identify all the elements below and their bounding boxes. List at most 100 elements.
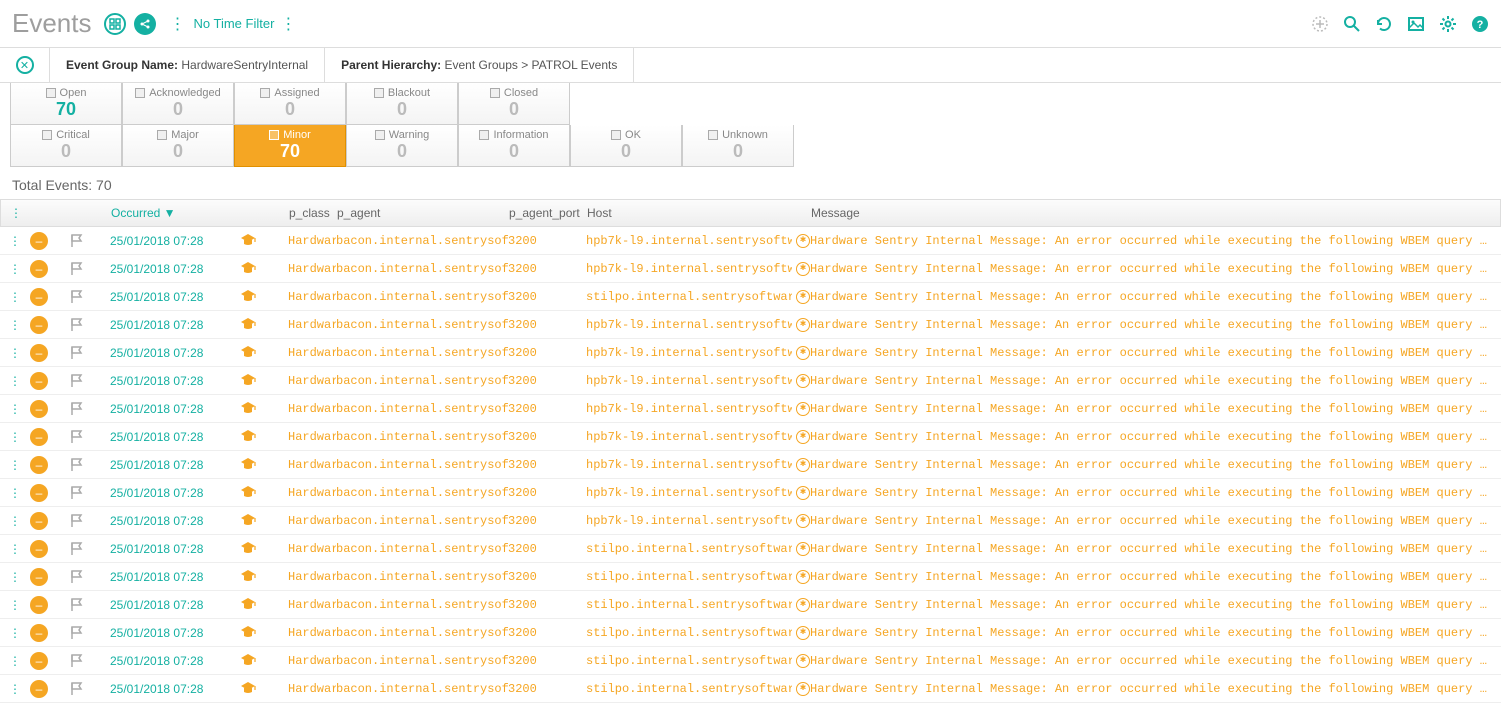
column-host[interactable]: Host: [587, 206, 811, 220]
severity-card-major[interactable]: Major0: [122, 125, 234, 167]
severity-card-unknown[interactable]: Unknown0: [682, 125, 794, 167]
row-menu-icon[interactable]: ⋮: [0, 570, 30, 584]
time-filter-label[interactable]: No Time Filter: [194, 16, 275, 31]
table-row[interactable]: ⋮–25/01/2018 07:28Hardwarbacon.internal.…: [0, 367, 1501, 395]
table-row[interactable]: ⋮–25/01/2018 07:28Hardwarbacon.internal.…: [0, 479, 1501, 507]
row-menu-icon[interactable]: ⋮: [0, 374, 30, 388]
cell-pclass: Hardwar: [288, 318, 336, 332]
refresh-icon[interactable]: [1375, 15, 1393, 33]
cell-pclass: Hardwar: [288, 486, 336, 500]
column-pclass[interactable]: p_class: [289, 206, 337, 220]
row-menu-icon[interactable]: ⋮: [0, 542, 30, 556]
share-icon[interactable]: [134, 13, 156, 35]
cell-pagent: bacon.internal.sentrysoftware: [336, 318, 508, 332]
severity-icon: –: [30, 232, 70, 250]
row-menu-icon[interactable]: ⋮: [0, 318, 30, 332]
column-message[interactable]: Message: [811, 206, 1500, 220]
column-menu-icon[interactable]: ⋮: [1, 206, 31, 220]
help-icon[interactable]: ?: [1471, 15, 1489, 33]
row-menu-icon[interactable]: ⋮: [0, 262, 30, 276]
flag-icon[interactable]: [70, 598, 110, 612]
page-title: Events: [12, 8, 92, 39]
header-menu-icon[interactable]: ⋮: [170, 14, 186, 34]
cell-pport: 3200: [508, 318, 586, 332]
table-row[interactable]: ⋮–25/01/2018 07:28Hardwarbacon.internal.…: [0, 591, 1501, 619]
table-row[interactable]: ⋮–25/01/2018 07:28Hardwarbacon.internal.…: [0, 227, 1501, 255]
cell-occurred: 25/01/2018 07:28: [110, 290, 240, 304]
row-menu-icon[interactable]: ⋮: [0, 346, 30, 360]
flag-icon[interactable]: [70, 542, 110, 556]
cell-host: hpb7k-l9.internal.sentrysoftwa✱: [586, 486, 810, 500]
flag-icon[interactable]: [70, 682, 110, 696]
asterisk-icon: ✱: [796, 598, 810, 612]
flag-icon[interactable]: [70, 234, 110, 248]
status-card-assigned[interactable]: Assigned0: [234, 83, 346, 125]
table-row[interactable]: ⋮–25/01/2018 07:28Hardwarbacon.internal.…: [0, 563, 1501, 591]
row-menu-icon[interactable]: ⋮: [0, 486, 30, 500]
asterisk-icon: ✱: [796, 542, 810, 556]
table-row[interactable]: ⋮–25/01/2018 07:28Hardwarbacon.internal.…: [0, 311, 1501, 339]
table-row[interactable]: ⋮–25/01/2018 07:28Hardwarbacon.internal.…: [0, 255, 1501, 283]
severity-icon: –: [30, 624, 70, 642]
cell-pagent: bacon.internal.sentrysoftware: [336, 654, 508, 668]
table-row[interactable]: ⋮–25/01/2018 07:28Hardwarbacon.internal.…: [0, 675, 1501, 703]
flag-icon[interactable]: [70, 262, 110, 276]
status-card-closed[interactable]: Closed0: [458, 83, 570, 125]
severity-card-information[interactable]: Information0: [458, 125, 570, 167]
severity-card-critical[interactable]: Critical0: [10, 125, 122, 167]
cell-host: stilpo.internal.sentrysoftware.✱: [586, 598, 810, 612]
settings-icon[interactable]: [1439, 15, 1457, 33]
status-card-acknowledged[interactable]: Acknowledged0: [122, 83, 234, 125]
table-row[interactable]: ⋮–25/01/2018 07:28Hardwarbacon.internal.…: [0, 423, 1501, 451]
flag-icon[interactable]: [70, 654, 110, 668]
row-menu-icon[interactable]: ⋮: [0, 458, 30, 472]
flag-icon[interactable]: [70, 570, 110, 584]
search-icon[interactable]: [1343, 15, 1361, 33]
status-card-open[interactable]: Open70: [10, 83, 122, 125]
image-icon[interactable]: [1407, 15, 1425, 33]
flag-icon[interactable]: [70, 458, 110, 472]
flag-icon[interactable]: [70, 318, 110, 332]
table-row[interactable]: ⋮–25/01/2018 07:28Hardwarbacon.internal.…: [0, 535, 1501, 563]
row-menu-icon[interactable]: ⋮: [0, 682, 30, 696]
flag-icon[interactable]: [70, 486, 110, 500]
table-row[interactable]: ⋮–25/01/2018 07:28Hardwarbacon.internal.…: [0, 451, 1501, 479]
row-menu-icon[interactable]: ⋮: [0, 514, 30, 528]
column-occurred[interactable]: Occurred ▼: [111, 206, 241, 220]
row-menu-icon[interactable]: ⋮: [0, 654, 30, 668]
table-row[interactable]: ⋮–25/01/2018 07:28Hardwarbacon.internal.…: [0, 507, 1501, 535]
cell-occurred: 25/01/2018 07:28: [110, 682, 240, 696]
filter-menu-icon[interactable]: ⋮: [280, 14, 296, 34]
flag-icon[interactable]: [70, 626, 110, 640]
row-menu-icon[interactable]: ⋮: [0, 402, 30, 416]
table-row[interactable]: ⋮–25/01/2018 07:28Hardwarbacon.internal.…: [0, 339, 1501, 367]
flag-icon[interactable]: [70, 430, 110, 444]
severity-card-ok[interactable]: OK0: [570, 125, 682, 167]
cell-message: Hardware Sentry Internal Message: An err…: [810, 598, 1501, 612]
row-menu-icon[interactable]: ⋮: [0, 290, 30, 304]
asterisk-icon: ✱: [796, 290, 810, 304]
total-events-label: Total Events: 70: [0, 167, 1501, 199]
column-pport[interactable]: p_agent_port: [509, 206, 587, 220]
column-pagent[interactable]: p_agent: [337, 206, 509, 220]
severity-card-warning[interactable]: Warning0: [346, 125, 458, 167]
close-icon[interactable]: ✕: [16, 56, 34, 74]
flag-icon[interactable]: [70, 402, 110, 416]
severity-card-minor[interactable]: Minor70: [234, 125, 346, 167]
dashboard-icon[interactable]: [104, 13, 126, 35]
table-row[interactable]: ⋮–25/01/2018 07:28Hardwarbacon.internal.…: [0, 619, 1501, 647]
table-row[interactable]: ⋮–25/01/2018 07:28Hardwarbacon.internal.…: [0, 647, 1501, 675]
flag-icon[interactable]: [70, 290, 110, 304]
row-menu-icon[interactable]: ⋮: [0, 626, 30, 640]
flag-icon[interactable]: [70, 346, 110, 360]
row-menu-icon[interactable]: ⋮: [0, 234, 30, 248]
table-row[interactable]: ⋮–25/01/2018 07:28Hardwarbacon.internal.…: [0, 395, 1501, 423]
table-row[interactable]: ⋮–25/01/2018 07:28Hardwarbacon.internal.…: [0, 283, 1501, 311]
add-icon[interactable]: [1311, 15, 1329, 33]
row-menu-icon[interactable]: ⋮: [0, 598, 30, 612]
row-menu-icon[interactable]: ⋮: [0, 430, 30, 444]
severity-icon: –: [30, 372, 70, 390]
flag-icon[interactable]: [70, 514, 110, 528]
flag-icon[interactable]: [70, 374, 110, 388]
status-card-blackout[interactable]: Blackout0: [346, 83, 458, 125]
